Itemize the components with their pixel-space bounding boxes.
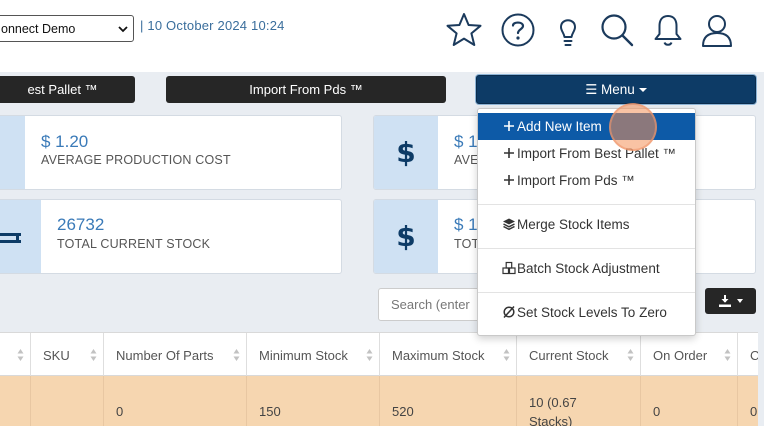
- stat-icon-box: [0, 116, 25, 189]
- stat-label: TOTAL CURRENT STOCK: [57, 237, 211, 251]
- pallet-icon: [0, 232, 21, 243]
- table-cell-sku: [31, 376, 104, 426]
- stat-card-avg-production-cost: $ 1.20 AVERAGE PRODUCTION COST: [0, 115, 342, 190]
- download-icon: [719, 295, 731, 307]
- caret-down-icon: [638, 87, 647, 92]
- layers-icon: [503, 218, 515, 231]
- sort-icon: [233, 349, 240, 361]
- table-cell-minimum-stock: 150: [247, 376, 380, 426]
- menu-item-label: Add New Item: [517, 119, 602, 134]
- menu-divider: [478, 204, 695, 205]
- star-icon: [446, 13, 482, 46]
- stat-icon-box: $: [374, 200, 438, 273]
- table-cell-on-order: 0: [641, 376, 738, 426]
- import-best-pallet-button[interactable]: est Pallet ™: [0, 76, 135, 103]
- favorites-button[interactable]: [444, 10, 484, 50]
- table-cell-number-of-parts: 0: [104, 376, 247, 426]
- stat-label: AVE: [454, 153, 479, 167]
- stat-value: $ 1: [454, 132, 478, 151]
- stat-card-total-current-stock: 26732 TOTAL CURRENT STOCK: [0, 199, 342, 274]
- menu-label: ☰ Menu: [585, 81, 635, 97]
- stat-value: $ 1: [454, 215, 478, 234]
- column-header-on-order[interactable]: On Order: [641, 333, 738, 377]
- stat-icon-box: $: [374, 116, 438, 189]
- stat-label: AVERAGE PRODUCTION COST: [41, 153, 231, 167]
- column-header-maximum-stock[interactable]: Maximum Stock: [380, 333, 517, 377]
- table-header: SKU Number Of Parts Minimum Stock Maximu…: [0, 332, 758, 377]
- stat-value: 26732: [57, 215, 105, 234]
- column-header-minimum-stock[interactable]: Minimum Stock: [247, 333, 380, 377]
- click-indicator: [609, 103, 657, 151]
- site-select-value: onnect Demo: [1, 21, 76, 36]
- stat-icon-box: [0, 200, 41, 273]
- download-button[interactable]: [705, 288, 756, 314]
- sort-icon: [90, 349, 97, 361]
- import-pds-label: Import From Pds ™: [249, 82, 363, 97]
- table-row[interactable]: 0 150 520 10 (0.67 Stacks) 0 0: [0, 376, 758, 426]
- search-icon: [601, 14, 634, 47]
- stock-table: SKU Number Of Parts Minimum Stock Maximu…: [0, 332, 758, 426]
- current-datetime: | 10 October 2024 10:24: [140, 18, 285, 33]
- menu-item-label: Import From Best Pallet ™: [517, 146, 677, 161]
- site-select[interactable]: onnect Demo: [0, 15, 134, 42]
- menu-item-add-new-item[interactable]: Add New Item: [478, 113, 695, 140]
- bell-icon: [654, 15, 682, 46]
- menu-divider: [478, 292, 695, 293]
- menu-item-import-best-pallet[interactable]: Import From Best Pallet ™: [478, 140, 695, 167]
- sort-icon: [627, 349, 634, 361]
- help-button[interactable]: [498, 10, 538, 50]
- menu-item-import-pds[interactable]: Import From Pds ™: [478, 167, 695, 194]
- dollar-icon: $: [396, 220, 416, 253]
- search-input[interactable]: Search (enter: [378, 288, 488, 321]
- column-header-truncated[interactable]: C: [738, 333, 758, 377]
- import-best-pallet-label: est Pallet ™: [27, 82, 98, 97]
- sort-icon: [503, 349, 510, 361]
- empty-set-icon: [503, 305, 515, 319]
- menu-divider: [478, 248, 695, 249]
- plus-icon: [504, 175, 514, 185]
- column-header-current-stock[interactable]: Current Stock: [517, 333, 641, 377]
- lightbulb-icon: [560, 19, 576, 46]
- table-cell-maximum-stock: 520: [380, 376, 517, 426]
- plus-icon: [504, 121, 514, 131]
- sort-icon: [17, 349, 24, 361]
- stat-value: $ 1.20: [41, 132, 89, 151]
- column-header[interactable]: [0, 333, 31, 377]
- import-pds-button[interactable]: Import From Pds ™: [166, 76, 446, 103]
- plus-icon: [504, 148, 514, 158]
- column-header-sku[interactable]: SKU: [31, 333, 104, 377]
- dollar-icon: $: [396, 136, 416, 169]
- menu-item-set-stock-levels-zero[interactable]: Set Stock Levels To Zero: [478, 299, 695, 326]
- menu-item-label: Set Stock Levels To Zero: [517, 305, 667, 320]
- help-icon: [501, 13, 535, 47]
- menu-item-merge-stock-items[interactable]: Merge Stock Items: [478, 211, 695, 238]
- tips-button[interactable]: [548, 10, 588, 50]
- table-cell-current-stock: 10 (0.67 Stacks): [517, 376, 641, 426]
- chevron-down-icon: [118, 26, 128, 33]
- notifications-button[interactable]: [648, 10, 688, 50]
- stat-label: TOT: [454, 237, 480, 251]
- sort-icon: [366, 349, 373, 361]
- menu-button[interactable]: ☰ Menu: [476, 75, 756, 104]
- user-profile-button[interactable]: [697, 10, 737, 50]
- caret-down-icon: [737, 299, 743, 303]
- menu-item-label: Import From Pds ™: [517, 173, 635, 188]
- menu-item-label: Batch Stock Adjustment: [517, 261, 660, 276]
- top-header: onnect Demo | 10 October 2024 10:24: [0, 0, 764, 72]
- table-cell: [0, 376, 31, 426]
- sort-icon: [724, 349, 731, 361]
- menu-dropdown: Add New Item Import From Best Pallet ™ I…: [477, 108, 696, 336]
- table-cell-truncated: 0: [750, 404, 758, 419]
- column-header-number-of-parts[interactable]: Number Of Parts: [104, 333, 247, 377]
- search-placeholder: Search (enter: [391, 297, 470, 312]
- menu-item-batch-stock-adjustment[interactable]: Batch Stock Adjustment: [478, 255, 695, 282]
- page-gutter: [758, 72, 764, 426]
- boxes-icon: [502, 261, 516, 275]
- search-button[interactable]: [597, 10, 637, 50]
- user-icon: [702, 15, 732, 47]
- menu-item-label: Merge Stock Items: [517, 217, 630, 232]
